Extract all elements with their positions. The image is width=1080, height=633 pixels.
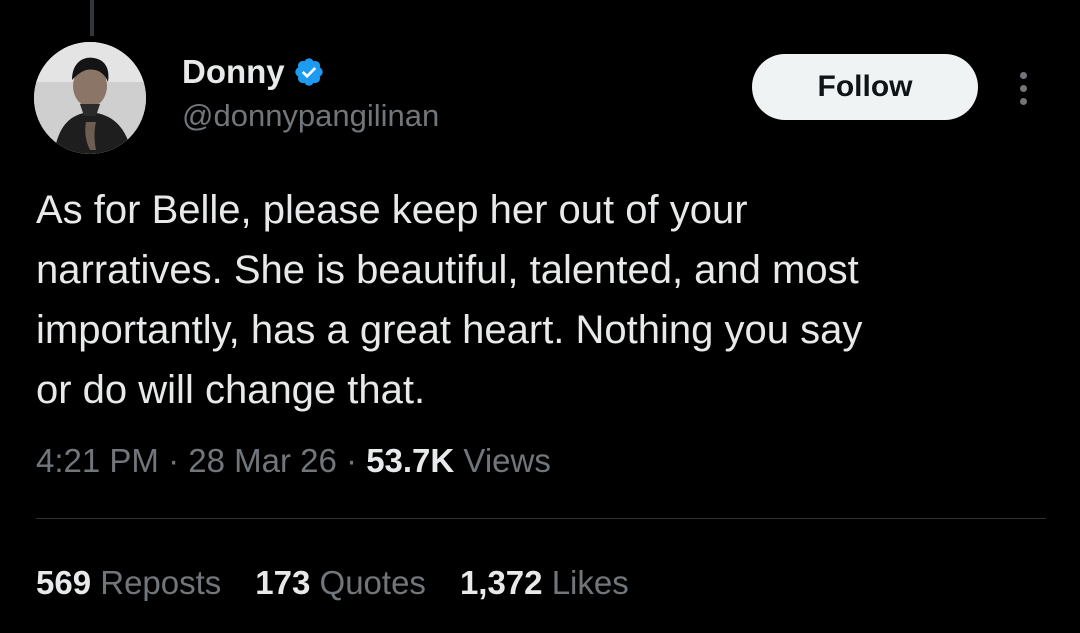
divider xyxy=(36,518,1046,519)
more-options-button[interactable] xyxy=(1006,64,1040,112)
follow-button[interactable]: Follow xyxy=(752,54,978,120)
more-vertical-icon xyxy=(1019,71,1027,79)
tweet-meta: 4:21 PM · 28 Mar 26 · 53.7K Views xyxy=(36,438,551,484)
avatar-photo xyxy=(34,42,146,154)
author-name-row[interactable]: Donny xyxy=(182,52,325,92)
reposts-label: Reposts xyxy=(100,564,222,601)
likes-stat[interactable]: 1,372 Likes xyxy=(460,560,629,606)
user-handle[interactable]: @donnypangilinan xyxy=(182,96,439,136)
verified-badge-icon xyxy=(293,56,325,88)
display-name[interactable]: Donny xyxy=(182,52,285,92)
likes-label: Likes xyxy=(551,564,629,601)
views-label: Views xyxy=(463,442,551,479)
tweet-time[interactable]: 4:21 PM xyxy=(36,442,159,479)
reposts-count: 569 xyxy=(36,564,92,601)
quotes-label: Quotes xyxy=(319,564,426,601)
likes-count: 1,372 xyxy=(459,564,543,601)
engagement-stats: 569 Reposts 173 Quotes 1,372 Likes xyxy=(36,560,663,606)
quotes-count: 173 xyxy=(255,564,311,601)
tweet-text: As for Belle, please keep her out of you… xyxy=(36,188,863,412)
thread-connector-line xyxy=(90,0,94,36)
avatar[interactable] xyxy=(34,42,146,154)
meta-separator: · xyxy=(168,442,180,479)
meta-separator: · xyxy=(346,442,358,479)
tweet-date[interactable]: 28 Mar 26 xyxy=(188,442,337,479)
views-count: 53.7K xyxy=(366,442,455,479)
quotes-stat[interactable]: 173 Quotes xyxy=(255,560,426,606)
reposts-stat[interactable]: 569 Reposts xyxy=(36,560,221,606)
